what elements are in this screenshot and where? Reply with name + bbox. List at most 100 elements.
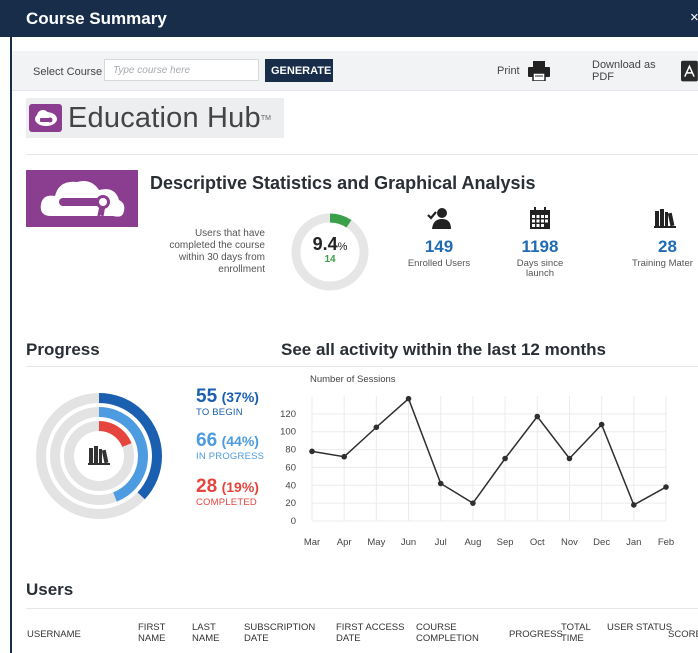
- data-point: [598, 421, 605, 428]
- y-tick-label: 0: [291, 516, 296, 527]
- in-progress-pct: (44%): [221, 433, 259, 449]
- data-point: [309, 448, 315, 455]
- brand-name: Education Hub: [68, 101, 261, 134]
- column-header[interactable]: COURSE COMPLETION: [416, 622, 496, 644]
- completion-description: Users that have completed the course wit…: [169, 228, 265, 275]
- course-cover-image: [26, 170, 138, 227]
- data-point: [470, 500, 476, 506]
- cloud-diploma-icon: [40, 180, 125, 219]
- in-progress-count: 66: [196, 430, 218, 451]
- completion-pct-value: 9.4: [312, 234, 338, 254]
- y-tick-label: 100: [280, 427, 296, 438]
- completion-percentage: 9.4%: [292, 234, 368, 255]
- window-title: Course Summary: [26, 9, 167, 28]
- print-button[interactable]: Print: [497, 59, 550, 83]
- y-axis-label: Number of Sessions: [310, 374, 396, 385]
- frame-border: [10, 37, 12, 653]
- y-tick-label: 120: [280, 409, 296, 420]
- enrolled-users-stat: 149 Enrolled Users: [395, 205, 483, 269]
- x-tick-label: Apr: [337, 537, 352, 548]
- days-since-launch-value: 1198: [521, 237, 559, 256]
- brand-tm: TM: [260, 114, 271, 122]
- statistics-title: Descriptive Statistics and Graphical Ana…: [150, 173, 536, 193]
- print-label: Print: [497, 65, 520, 77]
- users-title: Users: [26, 580, 74, 599]
- books-icon: [654, 209, 676, 228]
- enrolled-users-value: 149: [424, 237, 454, 256]
- to-begin-count: 55: [196, 386, 218, 407]
- download-pdf-label: Download as PDF: [592, 59, 656, 83]
- x-tick-label: Mar: [304, 537, 320, 548]
- completed-legend: 28 (19%) COMPLETED: [196, 476, 259, 508]
- x-tick-label: Sep: [497, 537, 514, 548]
- cloud-icon: [34, 110, 57, 126]
- course-search-input[interactable]: [104, 59, 259, 81]
- column-header[interactable]: SUBSCRIPTION DATE: [244, 622, 324, 644]
- completed-label: COMPLETED: [196, 497, 257, 508]
- title-bar: Course Summary ×: [0, 0, 698, 37]
- data-point: [405, 395, 412, 402]
- x-tick-label: Aug: [464, 537, 481, 548]
- data-point: [437, 480, 444, 487]
- column-header[interactable]: SCORE: [668, 629, 698, 640]
- y-tick-label: 80: [285, 445, 296, 456]
- column-header[interactable]: FIRST NAME: [138, 622, 178, 644]
- data-point: [502, 455, 508, 462]
- column-header[interactable]: USERNAME: [27, 629, 107, 640]
- column-header[interactable]: LAST NAME: [192, 622, 232, 644]
- enrolled-users-label: Enrolled Users: [407, 258, 471, 269]
- data-point: [663, 484, 669, 490]
- data-point: [534, 413, 541, 420]
- generate-button[interactable]: GENERATE: [265, 59, 333, 82]
- x-tick-label: Jul: [435, 537, 447, 548]
- completed-pct: (19%): [221, 479, 259, 495]
- progress-title: Progress: [26, 340, 100, 359]
- x-tick-label: Feb: [658, 537, 674, 548]
- calendar-icon: [530, 207, 550, 229]
- printer-icon: [527, 61, 550, 81]
- training-materials-value: 28: [658, 237, 677, 256]
- divider: [26, 608, 698, 609]
- x-tick-label: Jan: [626, 537, 641, 548]
- activity-title: See all activity within the last 12 mont…: [281, 340, 606, 359]
- data-point: [373, 424, 380, 431]
- training-materials-label: Training Mater: [632, 258, 693, 269]
- days-since-launch-label: Days since launch: [516, 258, 564, 279]
- in-progress-label: IN PROGRESS: [196, 451, 265, 462]
- x-tick-label: Dec: [593, 537, 610, 548]
- y-tick-label: 60: [285, 462, 296, 473]
- data-point: [631, 502, 637, 508]
- select-course-label: Select Course: [33, 66, 103, 78]
- x-tick-label: Jun: [401, 537, 416, 548]
- sessions-series-line: [311, 397, 667, 506]
- sessions-line-chart: Number of Sessions 0 20 40 60 80 100 120 Mar Apr…: [280, 374, 674, 548]
- column-header[interactable]: FIRST ACCESS DATE: [336, 622, 416, 644]
- x-tick-label: May: [367, 537, 385, 548]
- completion-pct-unit: %: [337, 241, 348, 253]
- progress-ring-chart: [36, 393, 162, 519]
- x-tick-label: Oct: [530, 537, 545, 548]
- to-begin-label: TO BEGIN: [196, 407, 243, 418]
- divider: [26, 366, 698, 367]
- training-materials-stat: 28 Training Mater: [630, 205, 698, 269]
- brand-badge: [29, 104, 62, 132]
- days-since-launch-stat: 1198 Days since launch: [510, 205, 570, 279]
- pdf-icon: [681, 60, 698, 82]
- user-check-icon: [427, 208, 451, 229]
- divider: [26, 154, 698, 155]
- completed-count: 28: [196, 476, 218, 497]
- books-center-icon: [88, 446, 110, 465]
- toolbar: Select Course GENERATE Print Download as…: [12, 51, 698, 91]
- download-pdf-button[interactable]: Download as PDF: [592, 59, 698, 83]
- column-header[interactable]: TOTAL TIME: [561, 622, 597, 644]
- in-progress-legend: 66 (44%) IN PROGRESS: [196, 430, 264, 462]
- to-begin-pct: (37%): [221, 389, 259, 405]
- brand-logo: Education Hub TM: [26, 98, 284, 138]
- y-tick-label: 20: [285, 498, 296, 509]
- data-point: [341, 453, 347, 460]
- completion-count: 14: [324, 254, 336, 265]
- x-tick-label: Nov: [561, 537, 578, 548]
- to-begin-legend: 55 (37%) TO BEGIN: [196, 386, 259, 418]
- y-tick-label: 40: [285, 480, 296, 491]
- close-button[interactable]: ×: [690, 9, 698, 26]
